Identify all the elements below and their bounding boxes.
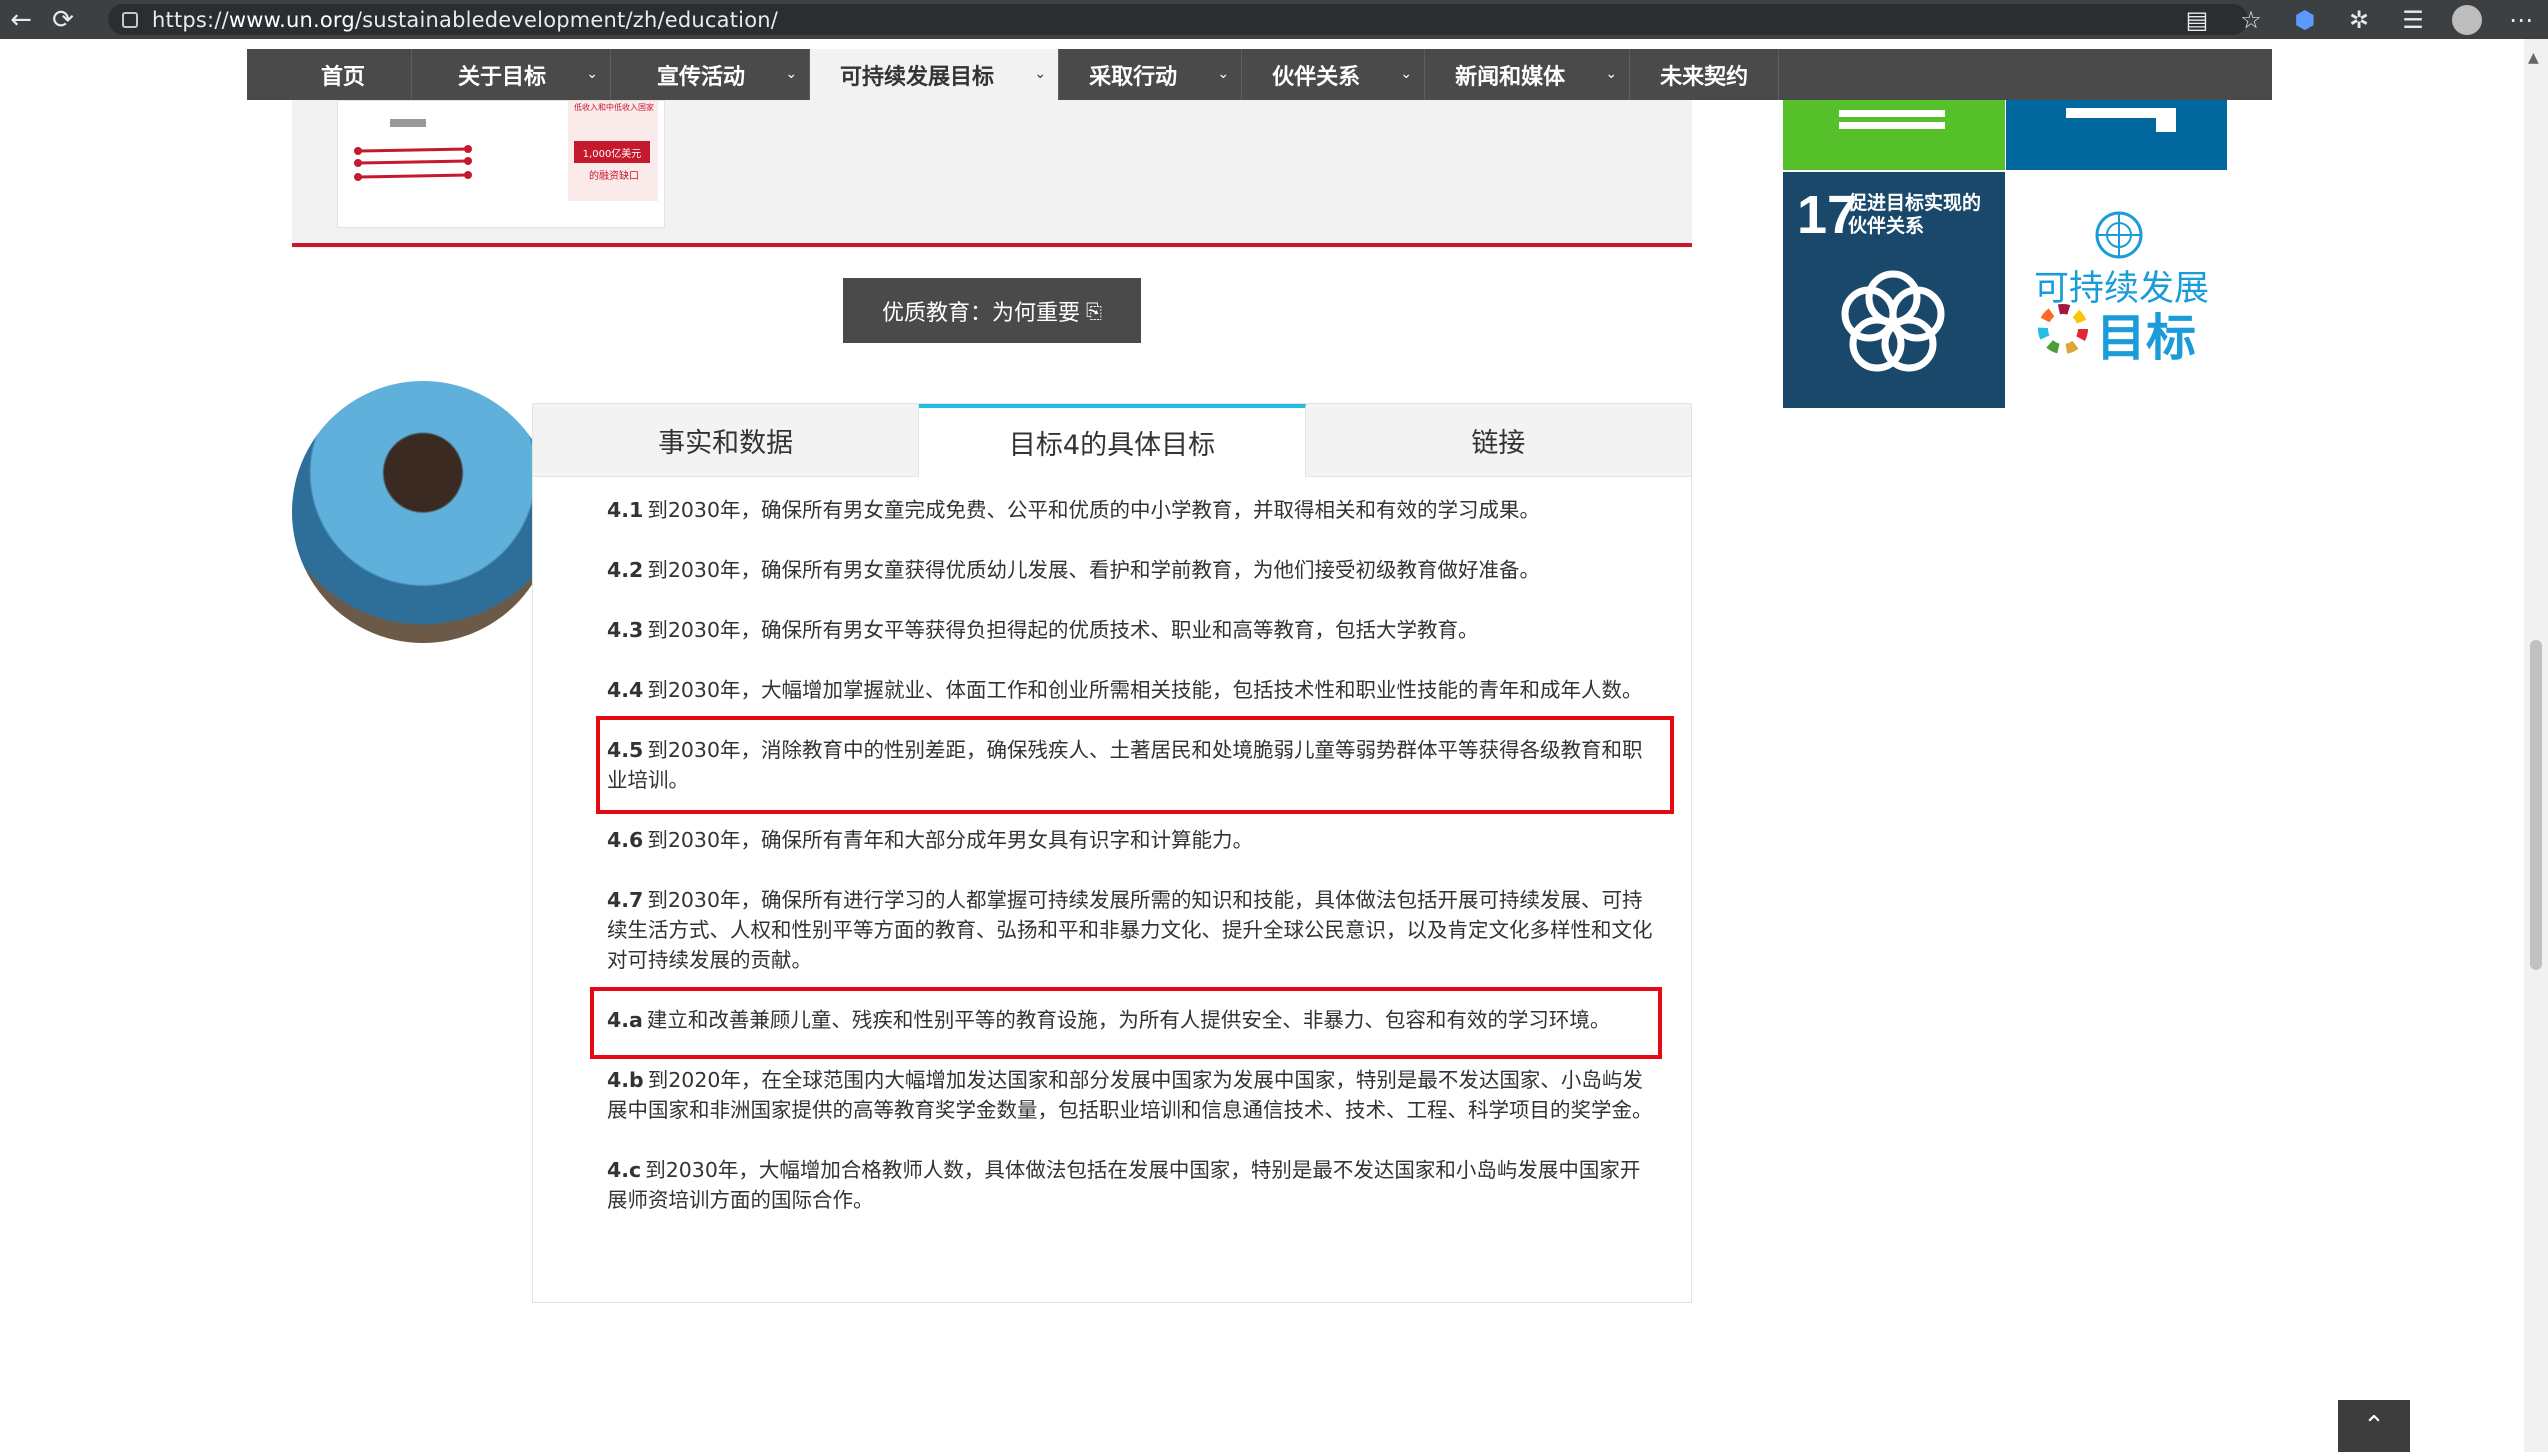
favorite-star-icon[interactable]: ☆	[2224, 0, 2278, 39]
sdg-logo-line2: 目标	[2096, 309, 2196, 367]
student-portrait-image	[292, 381, 554, 643]
favorites-list-icon[interactable]: ☰	[2386, 0, 2440, 39]
extensions-icon[interactable]: ✲	[2332, 0, 2386, 39]
url-text: https://www.un.org/sustainabledevelopmen…	[152, 7, 779, 32]
why-it-matters-pdf-button[interactable]: 优质教育：为何重要 ⎘	[843, 278, 1141, 343]
goal15-tile[interactable]	[1783, 100, 2005, 170]
tab-row: 事实和数据 目标4的具体目标 链接	[533, 404, 1691, 477]
target-item: 4.3 到2030年，确保所有男女平等获得负担得起的优质技术、职业和高等教育，包括…	[607, 618, 1479, 642]
chevron-down-icon: ⌄	[586, 66, 599, 82]
faucet-icon	[2066, 108, 2176, 132]
reload-icon[interactable]: ⟳	[42, 0, 84, 39]
nav-item-partnerships[interactable]: 伙伴关系 ⌄	[1242, 49, 1426, 100]
goal6-tile[interactable]	[2006, 100, 2227, 170]
more-menu-icon[interactable]: ⋯	[2494, 0, 2548, 39]
back-icon[interactable]: ←	[0, 0, 42, 39]
chevron-down-icon: ⌄	[1034, 66, 1047, 82]
tile-bar	[1839, 122, 1945, 129]
highlight-box-target-4-5	[596, 716, 1674, 814]
tab-links[interactable]: 链接	[1305, 404, 1691, 477]
infographic-panel: 低收入和中低收入国家 1,000亿美元 的融资缺口	[292, 100, 1692, 248]
infographic-image[interactable]: 低收入和中低收入国家 1,000亿美元 的融资缺口	[337, 100, 665, 228]
chevron-down-icon: ⌄	[1217, 66, 1230, 82]
nav-item-campaigns[interactable]: 宣传活动 ⌄	[611, 49, 811, 100]
target-item: 4.6 到2030年，确保所有青年和大部分成年男女具有识字和计算能力。	[607, 828, 1253, 852]
highlight-box-target-4-a	[590, 987, 1662, 1059]
chevron-down-icon: ⌄	[785, 66, 798, 82]
nav-item-about-goals[interactable]: 关于目标 ⌄	[412, 49, 612, 100]
target-item: 4.4 到2030年，大幅增加掌握就业、体面工作和创业所需相关技能，包括技术性和职…	[607, 678, 1643, 702]
back-to-top-button[interactable]: ⌃	[2338, 1400, 2410, 1452]
section-divider	[292, 243, 1692, 247]
scroll-up-arrow-icon[interactable]: ▲	[2528, 50, 2539, 66]
browser-toolbar: ← ⟳ https://www.un.org/sustainabledevelo…	[0, 0, 2548, 39]
infographic-callout-bottom: 的融资缺口	[589, 171, 639, 182]
chevron-down-icon: ⌄	[1605, 66, 1618, 82]
tile-bar	[1839, 110, 1945, 117]
nav-item-home[interactable]: 首页	[247, 49, 413, 100]
sdg-color-wheel-icon	[2038, 304, 2088, 354]
nav-item-pact-for-future[interactable]: 未来契约	[1630, 49, 1780, 100]
address-bar[interactable]: https://www.un.org/sustainabledevelopmen…	[108, 4, 2248, 35]
chevron-up-icon: ⌃	[2363, 1411, 2385, 1441]
lock-icon	[122, 11, 138, 28]
target-item: 4.b 到2020年，在全球范围内大幅增加发达国家和部分发展中国家为发展中国家，特…	[607, 1068, 1653, 1122]
goal17-tile[interactable]: 17 促进目标实现的 伙伴关系	[1783, 172, 2005, 408]
un-emblem-icon	[2095, 211, 2143, 259]
reader-mode-icon[interactable]: ▤	[2170, 0, 2224, 39]
targets-list: 4.1 到2030年，确保所有男女童完成免费、公平和优质的中小学教育，并取得相关和…	[533, 477, 1691, 1215]
nav-item-news-media[interactable]: 新闻和媒体 ⌄	[1425, 49, 1631, 100]
extension-hex-icon[interactable]: ⬢	[2278, 0, 2332, 39]
site-navigation: 首页 关于目标 ⌄ 宣传活动 ⌄ 可持续发展目标 ⌄ 采取行动 ⌄ 伙伴关系 ⌄ 新闻和媒…	[247, 49, 2272, 100]
target-item: 4.c 到2030年，大幅增加合格教师人数，具体做法包括在发展中国家，特别是最不发…	[607, 1158, 1641, 1212]
target-item: 4.7 到2030年，确保所有进行学习的人都掌握可持续发展所需的知识和技能，具体做…	[607, 888, 1653, 972]
chevron-down-icon: ⌄	[1400, 66, 1413, 82]
infographic-callout-top: 低收入和中低收入国家	[574, 103, 654, 112]
goal4-tabs-panel: 事实和数据 目标4的具体目标 链接 4.1 到2030年，确保所有男女童完成免费、…	[532, 403, 1692, 1303]
tab-goal4-targets[interactable]: 目标4的具体目标	[919, 404, 1306, 477]
goal17-title: 促进目标实现的 伙伴关系	[1848, 192, 1982, 237]
nav-item-sdgs[interactable]: 可持续发展目标 ⌄	[810, 49, 1060, 100]
infographic-callout-value: 1,000亿美元	[582, 149, 642, 160]
scrollbar-thumb[interactable]	[2530, 640, 2542, 970]
target-item: 4.2 到2030年，确保所有男女童获得优质幼儿发展、看护和学前教育，为他们接受初…	[607, 558, 1540, 582]
profile-avatar-icon[interactable]	[2440, 0, 2494, 39]
partnership-rings-icon	[1841, 270, 1945, 372]
external-doc-icon: ⎘	[1086, 298, 1102, 323]
sdg-logo[interactable]: 可持续发展 目标	[2006, 172, 2227, 408]
target-item: 4.1 到2030年，确保所有男女童完成免费、公平和优质的中小学教育，并取得相关和…	[607, 498, 1540, 522]
nav-item-take-action[interactable]: 采取行动 ⌄	[1059, 49, 1243, 100]
tab-facts-figures[interactable]: 事实和数据	[533, 404, 920, 477]
